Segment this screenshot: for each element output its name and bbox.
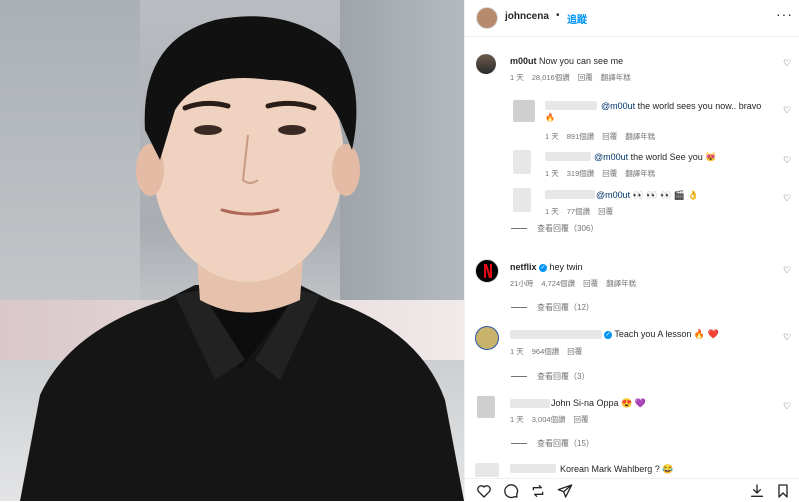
comment-username[interactable]: m00ut xyxy=(510,56,537,66)
reply-time: 1 天 xyxy=(545,132,559,141)
comment-text: John Si-na Oppa xyxy=(551,398,619,408)
like-heart-icon[interactable]: ♡ xyxy=(783,402,792,411)
redacted-username xyxy=(545,101,597,110)
netflix-logo-icon xyxy=(484,264,492,278)
comment-likes[interactable]: 4,724個讚 xyxy=(541,279,575,288)
reply-button[interactable]: 回覆 xyxy=(574,415,589,424)
separator-dot: • xyxy=(556,10,560,21)
translate-button[interactable]: 翻譯年糕 xyxy=(625,132,655,141)
mention-link[interactable]: @m00ut xyxy=(596,190,630,200)
verified-badge-icon: ✓ xyxy=(539,263,548,272)
view-replies-button[interactable]: 查看回覆（3） xyxy=(511,371,589,382)
reply-text: the world See you xyxy=(628,152,703,162)
author-username[interactable]: johncena xyxy=(505,11,549,22)
view-replies-label: 查看回覆（3） xyxy=(537,372,590,381)
view-replies-button[interactable]: 查看回覆（15） xyxy=(511,438,594,449)
view-replies-label: 查看回覆（306） xyxy=(537,224,599,233)
reply-emoji: 🔥 xyxy=(545,113,555,122)
comment-text: hey twin xyxy=(549,262,583,272)
reply-time: 1 天 xyxy=(545,207,559,216)
reply-likes[interactable]: 319個讚 xyxy=(567,169,595,178)
divider-line xyxy=(511,228,527,230)
reply-likes[interactable]: 77個讚 xyxy=(567,207,590,216)
verified-badge-icon: ✓ xyxy=(604,330,612,339)
view-replies-label: 查看回覆（12） xyxy=(537,303,594,312)
view-replies-button[interactable]: 查看回覆（12） xyxy=(511,302,594,313)
repost-icon[interactable] xyxy=(530,483,546,499)
reply-button[interactable]: 回覆 xyxy=(583,279,598,288)
reply-button[interactable]: 回覆 xyxy=(578,73,593,82)
commenter-avatar[interactable] xyxy=(476,54,496,74)
view-replies-label: 查看回覆（15） xyxy=(537,439,594,448)
save-bookmark-icon[interactable] xyxy=(775,483,791,499)
reply-emoji: 👀 👀 👀 🎬 👌 xyxy=(632,190,699,200)
redacted-username xyxy=(510,399,550,408)
like-heart-icon[interactable]: ♡ xyxy=(783,106,792,115)
person-figure xyxy=(20,16,464,501)
reply-time: 1 天 xyxy=(545,169,559,178)
share-send-icon[interactable] xyxy=(557,483,573,499)
redacted-avatar xyxy=(477,396,495,418)
redacted-avatar xyxy=(513,150,531,174)
redacted-username xyxy=(545,190,595,199)
mention-link[interactable]: @m00ut xyxy=(601,101,635,111)
comment-emoji: 🔥 ❤️ xyxy=(693,329,719,339)
post-header: johncena • 追蹤 ··· xyxy=(465,0,799,37)
like-heart-icon[interactable]: ♡ xyxy=(783,194,792,203)
comment-time: 1 天 xyxy=(510,73,524,82)
like-heart-icon[interactable]: ♡ xyxy=(783,156,792,165)
more-options-icon[interactable]: ··· xyxy=(776,6,793,22)
comment-emoji: 😍 💜 xyxy=(621,398,646,408)
comment-likes[interactable]: 28,016個讚 xyxy=(532,73,570,82)
comment-likes[interactable]: 964個讚 xyxy=(532,347,560,356)
download-icon[interactable] xyxy=(749,483,765,499)
reply-button[interactable]: 回覆 xyxy=(602,132,617,141)
follow-button[interactable]: 追蹤 xyxy=(567,11,587,26)
redacted-username xyxy=(545,152,591,161)
comment-text: Now you can see me xyxy=(539,56,624,66)
comment-emoji: 😂 xyxy=(662,464,674,474)
divider-line xyxy=(511,443,527,445)
redacted-avatar xyxy=(513,100,535,122)
redacted-username xyxy=(510,464,556,473)
commenter-avatar[interactable] xyxy=(475,326,499,350)
comment-likes[interactable]: 3,004個讚 xyxy=(532,415,566,424)
divider-line xyxy=(511,376,527,378)
comment-time: 1 天 xyxy=(510,415,524,424)
translate-button[interactable]: 翻譯年糕 xyxy=(601,73,631,82)
comment-username[interactable]: netflix xyxy=(510,262,537,272)
comment-icon[interactable] xyxy=(503,483,519,499)
reply-likes[interactable]: 891個讚 xyxy=(567,132,595,141)
author-avatar[interactable] xyxy=(476,7,498,29)
comment-time: 21小時 xyxy=(510,279,534,288)
reply-button[interactable]: 回覆 xyxy=(598,207,613,216)
reply-text: the world sees you now.. bravo xyxy=(635,101,762,111)
post-action-bar xyxy=(465,478,799,502)
redacted-avatar xyxy=(513,188,531,212)
comment-text: Korean Mark Wahlberg ? xyxy=(560,464,660,474)
comment-time: 1 天 xyxy=(510,347,524,356)
reply-button[interactable]: 回覆 xyxy=(602,169,617,178)
reply-button[interactable]: 回覆 xyxy=(567,347,582,356)
mention-link[interactable]: @m00ut xyxy=(594,152,628,162)
view-replies-button[interactable]: 查看回覆（306） xyxy=(511,223,598,234)
translate-button[interactable]: 翻譯年糕 xyxy=(606,279,636,288)
like-heart-icon[interactable]: ♡ xyxy=(783,59,792,68)
redacted-username xyxy=(510,330,602,339)
like-heart-icon[interactable]: ♡ xyxy=(783,266,792,275)
like-heart-icon[interactable]: ♡ xyxy=(783,333,792,342)
post-photo[interactable] xyxy=(0,0,464,501)
divider-line xyxy=(511,307,527,309)
like-heart-icon[interactable] xyxy=(476,483,492,499)
translate-button[interactable]: 翻譯年糕 xyxy=(625,169,655,178)
commenter-avatar[interactable] xyxy=(475,259,499,283)
reply-emoji: 😻 xyxy=(705,152,717,162)
comments-panel: johncena • 追蹤 ··· m00ut Now you can see … xyxy=(464,0,799,502)
redacted-avatar xyxy=(475,463,499,477)
comment-text: Teach you A lesson xyxy=(614,329,692,339)
